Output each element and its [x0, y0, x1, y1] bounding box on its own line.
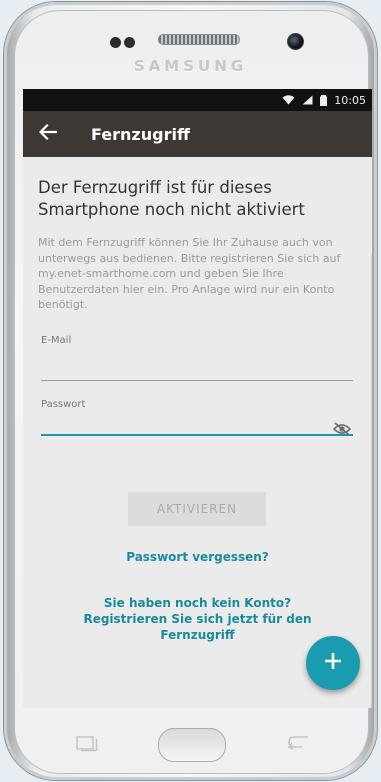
plus-icon	[324, 652, 342, 674]
add-button[interactable]	[306, 636, 360, 690]
app-bar: Fernzugriff	[23, 111, 372, 157]
earpiece-speaker	[158, 34, 240, 45]
front-camera	[287, 33, 304, 50]
arrow-left-icon	[38, 123, 58, 144]
visibility-off-icon[interactable]	[332, 421, 352, 440]
register-link[interactable]: Sie haben noch kein Konto? Registrieren …	[23, 595, 372, 643]
back-key-icon[interactable]	[287, 734, 310, 754]
back-button[interactable]	[23, 111, 73, 157]
recent-apps-icon[interactable]	[76, 736, 98, 756]
page-title: Fernzugriff	[91, 124, 190, 144]
signal-icon	[302, 95, 313, 105]
password-field[interactable]: Passwort	[41, 399, 353, 436]
password-label: Passwort	[41, 398, 86, 410]
forgot-password-link[interactable]: Passwort vergessen?	[23, 550, 372, 564]
home-button[interactable]	[158, 728, 226, 762]
wifi-icon	[282, 95, 295, 105]
sensor-dots	[110, 33, 138, 52]
status-heading: Der Fernzugriff ist für dieses Smartphon…	[38, 178, 305, 219]
activate-button[interactable]: AKTIVIEREN	[128, 492, 266, 526]
bottom-bezel	[0, 708, 381, 782]
register-line-2: Registrieren Sie sich jetzt für den	[83, 612, 312, 626]
email-label: E-Mail	[41, 334, 72, 346]
phone-screen: 10:05 Fernzugriff Der Fernzugriff ist fü…	[23, 89, 372, 708]
status-bar: 10:05	[23, 89, 372, 111]
email-field[interactable]: E-Mail	[41, 335, 353, 381]
password-underline	[41, 433, 353, 436]
brand-logo: SAMSUNG	[133, 57, 248, 75]
clock: 10:05	[334, 93, 366, 107]
email-underline	[41, 379, 353, 381]
main-content: Der Fernzugriff ist für dieses Smartphon…	[23, 177, 372, 436]
battery-icon	[320, 94, 328, 106]
description-text: Mit dem Fernzugriff können Sie Ihr Zuhau…	[38, 236, 341, 311]
register-line-1: Sie haben noch kein Konto?	[103, 596, 292, 610]
scroll-track	[371, 254, 372, 708]
